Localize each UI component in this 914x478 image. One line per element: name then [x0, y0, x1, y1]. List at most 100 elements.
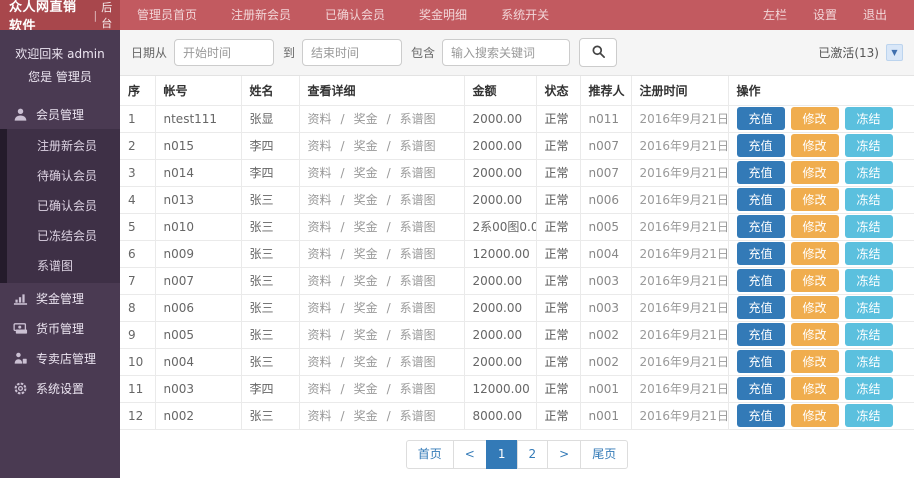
- bonus-link[interactable]: 奖金: [354, 301, 378, 315]
- profile-link[interactable]: 资料: [308, 166, 332, 180]
- sidebar-item-member-mgmt[interactable]: 会员管理: [0, 99, 120, 129]
- top-nav-right-item[interactable]: 设置: [800, 0, 850, 30]
- freeze-button[interactable]: 冻结: [845, 242, 893, 265]
- freeze-button[interactable]: 冻结: [845, 377, 893, 400]
- recharge-button[interactable]: 充值: [737, 188, 785, 211]
- sidebar-item-currency-mgmt[interactable]: 货币管理: [0, 313, 120, 343]
- recharge-button[interactable]: 充值: [737, 107, 785, 130]
- genealogy-link[interactable]: 系谱图: [400, 328, 436, 342]
- genealogy-link[interactable]: 系谱图: [400, 139, 436, 153]
- profile-link[interactable]: 资料: [308, 274, 332, 288]
- recharge-button[interactable]: 充值: [737, 269, 785, 292]
- profile-link[interactable]: 资料: [308, 247, 332, 261]
- recharge-button[interactable]: 充值: [737, 161, 785, 184]
- top-nav-item[interactable]: 奖金明细: [402, 0, 484, 30]
- submenu-item[interactable]: 待确认会员: [7, 161, 120, 191]
- recharge-button[interactable]: 充值: [737, 404, 785, 427]
- pagination-page-2[interactable]: 2: [517, 440, 549, 469]
- genealogy-link[interactable]: 系谱图: [400, 382, 436, 396]
- sidebar-item-system-settings[interactable]: 系统设置: [0, 373, 120, 403]
- top-nav-item[interactable]: 注册新会员: [214, 0, 308, 30]
- recharge-button[interactable]: 充值: [737, 134, 785, 157]
- pagination-prev[interactable]: <: [453, 440, 487, 469]
- bonus-link[interactable]: 奖金: [354, 328, 378, 342]
- top-nav-item[interactable]: 管理员首页: [120, 0, 214, 30]
- genealogy-link[interactable]: 系谱图: [400, 193, 436, 207]
- bonus-link[interactable]: 奖金: [354, 193, 378, 207]
- edit-button[interactable]: 修改: [791, 350, 839, 373]
- pagination-page-1[interactable]: 1: [486, 440, 518, 469]
- submenu-item[interactable]: 已冻结会员: [7, 221, 120, 251]
- bonus-link[interactable]: 奖金: [354, 220, 378, 234]
- profile-link[interactable]: 资料: [308, 382, 332, 396]
- freeze-button[interactable]: 冻结: [845, 161, 893, 184]
- pagination-first[interactable]: 首页: [406, 440, 454, 469]
- profile-link[interactable]: 资料: [308, 355, 332, 369]
- recharge-button[interactable]: 充值: [737, 215, 785, 238]
- bonus-link[interactable]: 奖金: [354, 139, 378, 153]
- edit-button[interactable]: 修改: [791, 242, 839, 265]
- recharge-button[interactable]: 充值: [737, 323, 785, 346]
- recharge-button[interactable]: 充值: [737, 296, 785, 319]
- sidebar-item-store-mgmt[interactable]: 专卖店管理: [0, 343, 120, 373]
- profile-link[interactable]: 资料: [308, 328, 332, 342]
- top-nav-right-item[interactable]: 左栏: [750, 0, 800, 30]
- recharge-button[interactable]: 充值: [737, 350, 785, 373]
- top-nav-right-item[interactable]: 退出: [850, 0, 900, 30]
- edit-button[interactable]: 修改: [791, 215, 839, 238]
- profile-link[interactable]: 资料: [308, 139, 332, 153]
- edit-button[interactable]: 修改: [791, 323, 839, 346]
- edit-button[interactable]: 修改: [791, 188, 839, 211]
- keyword-input[interactable]: [442, 39, 570, 66]
- genealogy-link[interactable]: 系谱图: [400, 301, 436, 315]
- edit-button[interactable]: 修改: [791, 404, 839, 427]
- bonus-link[interactable]: 奖金: [354, 382, 378, 396]
- bonus-link[interactable]: 奖金: [354, 409, 378, 423]
- genealogy-link[interactable]: 系谱图: [400, 166, 436, 180]
- edit-button[interactable]: 修改: [791, 377, 839, 400]
- edit-button[interactable]: 修改: [791, 161, 839, 184]
- freeze-button[interactable]: 冻结: [845, 350, 893, 373]
- bonus-link[interactable]: 奖金: [354, 247, 378, 261]
- edit-button[interactable]: 修改: [791, 134, 839, 157]
- edit-button[interactable]: 修改: [791, 107, 839, 130]
- genealogy-link[interactable]: 系谱图: [400, 112, 436, 126]
- freeze-button[interactable]: 冻结: [845, 323, 893, 346]
- bonus-link[interactable]: 奖金: [354, 355, 378, 369]
- freeze-button[interactable]: 冻结: [845, 296, 893, 319]
- profile-link[interactable]: 资料: [308, 112, 332, 126]
- profile-link[interactable]: 资料: [308, 193, 332, 207]
- freeze-button[interactable]: 冻结: [845, 215, 893, 238]
- profile-link[interactable]: 资料: [308, 301, 332, 315]
- recharge-button[interactable]: 充值: [737, 242, 785, 265]
- pagination-next[interactable]: >: [547, 440, 581, 469]
- freeze-button[interactable]: 冻结: [845, 134, 893, 157]
- status-filter-select[interactable]: 已激活(13) ▼: [818, 44, 903, 61]
- freeze-button[interactable]: 冻结: [845, 188, 893, 211]
- date-from-input[interactable]: [174, 39, 274, 66]
- freeze-button[interactable]: 冻结: [845, 107, 893, 130]
- edit-button[interactable]: 修改: [791, 269, 839, 292]
- genealogy-link[interactable]: 系谱图: [400, 274, 436, 288]
- genealogy-link[interactable]: 系谱图: [400, 409, 436, 423]
- top-nav-item[interactable]: 已确认会员: [308, 0, 402, 30]
- bonus-link[interactable]: 奖金: [354, 112, 378, 126]
- pagination-last[interactable]: 尾页: [580, 440, 628, 469]
- top-nav-item[interactable]: 系统开关: [484, 0, 566, 30]
- submenu-item[interactable]: 系谱图: [7, 251, 120, 281]
- freeze-button[interactable]: 冻结: [845, 269, 893, 292]
- search-button[interactable]: [579, 38, 617, 67]
- profile-link[interactable]: 资料: [308, 220, 332, 234]
- sidebar-item-bonus-mgmt[interactable]: 奖金管理: [0, 283, 120, 313]
- profile-link[interactable]: 资料: [308, 409, 332, 423]
- date-to-input[interactable]: [302, 39, 402, 66]
- genealogy-link[interactable]: 系谱图: [400, 247, 436, 261]
- freeze-button[interactable]: 冻结: [845, 404, 893, 427]
- submenu-item[interactable]: 已确认会员: [7, 191, 120, 221]
- genealogy-link[interactable]: 系谱图: [400, 355, 436, 369]
- bonus-link[interactable]: 奖金: [354, 274, 378, 288]
- submenu-item[interactable]: 注册新会员: [7, 131, 120, 161]
- bonus-link[interactable]: 奖金: [354, 166, 378, 180]
- recharge-button[interactable]: 充值: [737, 377, 785, 400]
- genealogy-link[interactable]: 系谱图: [400, 220, 436, 234]
